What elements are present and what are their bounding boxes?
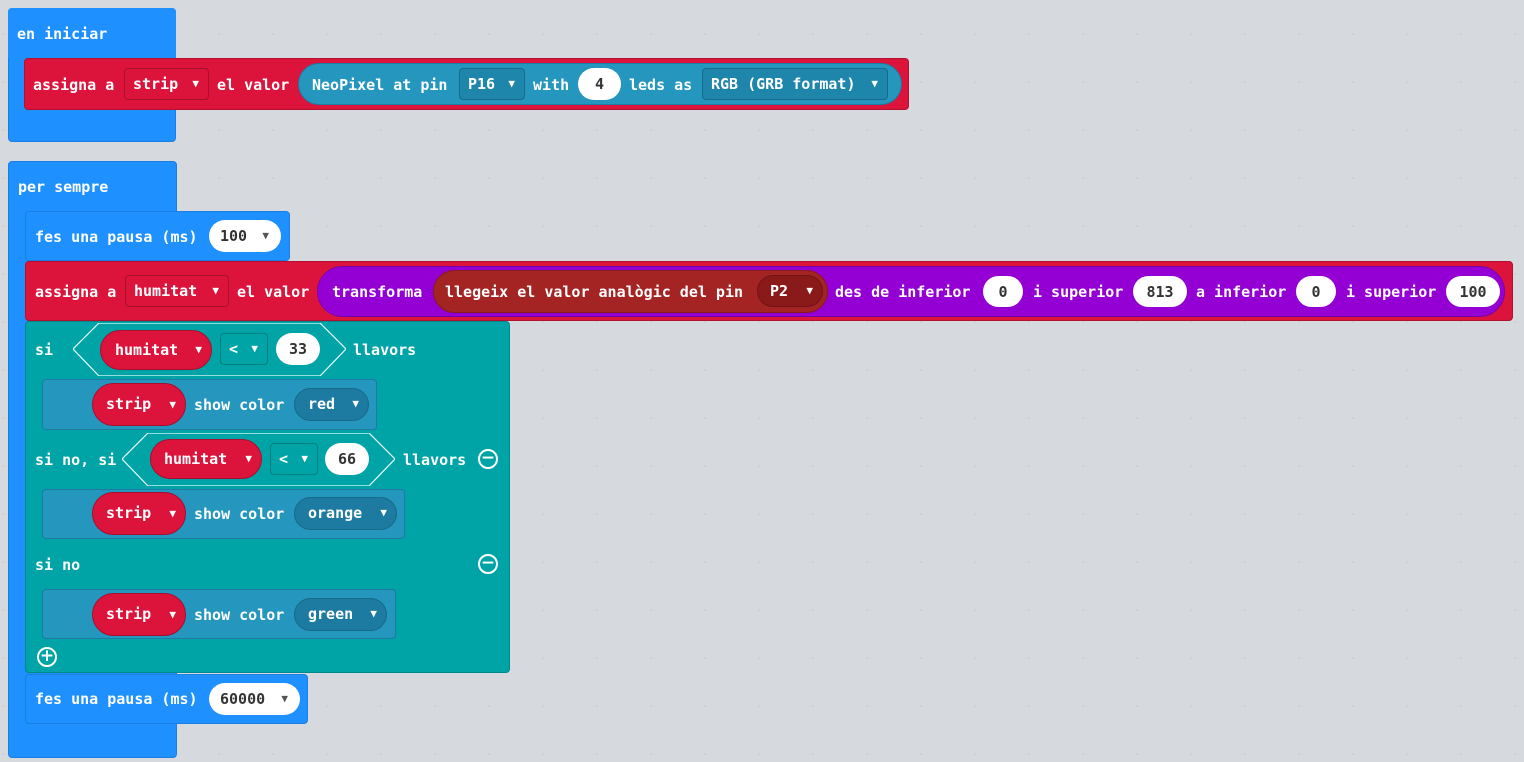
cond-2-value-input[interactable]: 66 xyxy=(325,443,369,475)
caret-down-icon: ▼ xyxy=(352,397,359,410)
assign-strip-mid: el valor xyxy=(217,76,290,94)
caret-down-icon: ▼ xyxy=(370,607,377,620)
pause-value-1-text: 100 xyxy=(220,227,248,245)
map-from-high-label: i superior xyxy=(1033,283,1124,301)
analog-pin-dropdown[interactable]: P2 ▼ xyxy=(757,275,823,307)
neopixel-leds-input[interactable]: 4 xyxy=(578,68,621,100)
plus-circle-icon[interactable]: + xyxy=(37,647,57,667)
map-to-high-input[interactable]: 100 xyxy=(1446,276,1500,307)
caret-down-icon: ▼ xyxy=(212,284,219,297)
cond-1-operator-text: < xyxy=(229,340,239,358)
then-2-color-text: orange xyxy=(308,504,363,522)
pause-value-1-dropdown[interactable]: 100 ▼ xyxy=(209,220,281,252)
caret-down-icon: ▼ xyxy=(245,452,252,465)
cond-1-variable-text: humitat xyxy=(115,341,179,359)
forever-label: per sempre xyxy=(18,178,109,196)
strip-variable-dropdown[interactable]: strip ▼ xyxy=(124,68,209,100)
then-1-color-dropdown[interactable]: red ▼ xyxy=(294,388,369,421)
caret-down-icon: ▼ xyxy=(169,507,176,520)
caret-down-icon: ▼ xyxy=(871,77,878,90)
cond-2-operator-text: < xyxy=(279,450,289,468)
then-2-color-dropdown[interactable]: orange ▼ xyxy=(294,497,397,530)
map-from-high-input[interactable]: 813 xyxy=(1133,276,1187,307)
caret-down-icon: ▼ xyxy=(192,77,199,90)
cond-2-variable-text: humitat xyxy=(164,450,228,468)
then-3-strip-dropdown[interactable]: strip ▼ xyxy=(92,593,186,636)
then-3-action: show color xyxy=(194,606,285,624)
neopixel-text2: with xyxy=(533,76,570,94)
if-label: si xyxy=(35,341,54,359)
analog-read-label: llegeix el valor analògic del pin xyxy=(445,283,744,301)
caret-down-icon: ▼ xyxy=(301,452,308,465)
caret-down-icon: ▼ xyxy=(195,343,202,356)
cond-1-variable-dropdown[interactable]: humitat ▼ xyxy=(100,330,212,370)
then-1-color-text: red xyxy=(308,395,336,413)
caret-down-icon: ▼ xyxy=(169,608,176,621)
humitat-variable-text: humitat xyxy=(134,282,198,300)
caret-down-icon: ▼ xyxy=(169,398,176,411)
neopixel-mode-text: RGB (GRB format) xyxy=(711,75,856,93)
cond-2-suffix: llavors xyxy=(403,451,467,469)
map-to-low-label: a inferior xyxy=(1196,283,1287,301)
pause-label-1: fes una pausa (ms) xyxy=(35,228,198,246)
map-from-low-input[interactable]: 0 xyxy=(983,276,1023,307)
map-from-low-label: des de inferior xyxy=(835,283,971,301)
neopixel-text3: leds as xyxy=(629,76,693,94)
then-2-action: show color xyxy=(194,505,285,523)
caret-down-icon: ▼ xyxy=(380,506,387,519)
neopixel-pin-dropdown[interactable]: P16 ▼ xyxy=(459,68,525,100)
then-1-action: show color xyxy=(194,396,285,414)
cond-1-value-input[interactable]: 33 xyxy=(276,333,320,365)
pause-value-2-text: 60000 xyxy=(220,690,266,708)
neopixel-mode-dropdown[interactable]: RGB (GRB format) ▼ xyxy=(702,68,888,100)
map-label: transforma xyxy=(332,283,423,301)
neopixel-text1: NeoPixel at pin xyxy=(312,76,448,94)
elseif-label: si no, si xyxy=(35,451,117,469)
neopixel-pin-text: P16 xyxy=(468,75,496,93)
map-to-low-input[interactable]: 0 xyxy=(1296,276,1336,307)
caret-down-icon: ▼ xyxy=(508,77,515,90)
analog-pin-text: P2 xyxy=(770,282,789,300)
cond-1-suffix: llavors xyxy=(353,341,417,359)
minus-circle-icon[interactable]: − xyxy=(478,554,498,574)
then-1-strip-text: strip xyxy=(106,395,152,413)
then-3-color-dropdown[interactable]: green ▼ xyxy=(294,598,387,631)
caret-down-icon: ▼ xyxy=(251,342,258,355)
map-to-high-label: i superior xyxy=(1346,283,1437,301)
strip-variable-text: strip xyxy=(133,75,179,93)
then-2-strip-dropdown[interactable]: strip ▼ xyxy=(92,492,186,535)
cond-2-variable-dropdown[interactable]: humitat ▼ xyxy=(150,439,262,479)
caret-down-icon: ▼ xyxy=(262,229,269,242)
pause-label-2: fes una pausa (ms) xyxy=(35,690,198,708)
then-2-strip-text: strip xyxy=(106,504,152,522)
then-1-strip-dropdown[interactable]: strip ▼ xyxy=(92,383,186,426)
assign-humitat-mid: el valor xyxy=(237,283,310,301)
cond-2-operator-dropdown[interactable]: < ▼ xyxy=(270,443,318,475)
cond-1-operator-dropdown[interactable]: < ▼ xyxy=(220,333,268,365)
on-start-label: en iniciar xyxy=(17,25,108,43)
humitat-variable-dropdown[interactable]: humitat ▼ xyxy=(125,275,229,307)
minus-circle-icon[interactable]: − xyxy=(478,449,498,469)
assign-humitat-prefix: assigna a xyxy=(35,283,117,301)
assign-strip-prefix: assigna a xyxy=(33,76,115,94)
caret-down-icon: ▼ xyxy=(281,692,288,705)
pause-value-2-dropdown[interactable]: 60000 ▼ xyxy=(209,683,300,715)
then-3-strip-text: strip xyxy=(106,605,152,623)
then-3-color-text: green xyxy=(308,605,354,623)
else-label: si no xyxy=(35,556,81,574)
caret-down-icon: ▼ xyxy=(806,284,813,297)
